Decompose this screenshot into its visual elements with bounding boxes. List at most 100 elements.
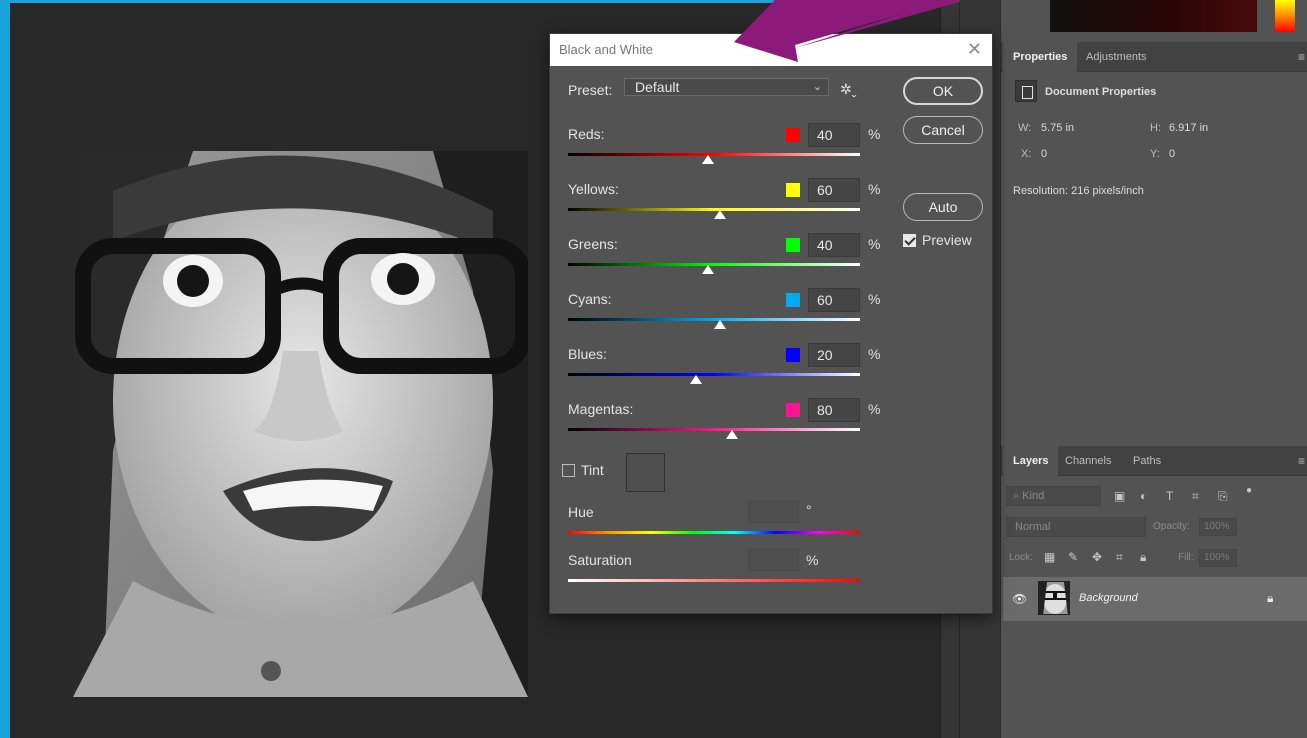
layers-panel-menu-icon[interactable]: ≡ — [1298, 454, 1305, 468]
opacity-label: Opacity: — [1153, 521, 1190, 532]
y-label: Y: — [1150, 148, 1160, 160]
section-title: Document Properties — [1045, 86, 1157, 98]
lock-artboard-icon[interactable]: ⌗ — [1116, 550, 1123, 565]
channel-value-input[interactable]: 60 — [808, 178, 860, 202]
type-filter-icon[interactable]: T — [1166, 489, 1173, 503]
hue-input[interactable] — [748, 500, 799, 523]
preview-label: Preview — [922, 232, 972, 248]
close-icon[interactable]: ✕ — [967, 39, 982, 59]
channel-label: Blues: — [568, 346, 607, 362]
channel-value-input[interactable]: 60 — [808, 288, 860, 312]
channel-color-swatch — [786, 348, 800, 362]
channel-unit: % — [868, 346, 881, 362]
preset-label: Preset: — [568, 82, 613, 98]
channel-slider-thumb[interactable] — [725, 430, 738, 439]
channel-unit: % — [868, 181, 881, 197]
right-panel — [1000, 0, 1307, 738]
saturation-unit: % — [806, 552, 819, 568]
channel-label: Reds: — [568, 126, 605, 142]
blend-mode-select[interactable]: Normal — [1006, 517, 1146, 537]
tab-paths[interactable]: Paths — [1123, 446, 1171, 476]
hue-unit: ° — [806, 502, 812, 518]
pointer-arrow-icon — [734, 0, 960, 62]
ok-button[interactable]: OK — [903, 77, 983, 105]
black-and-white-dialog: Black and White ✕ Preset: Default ⌄ ✲ˬ O… — [549, 33, 993, 614]
channel-color-swatch — [786, 128, 800, 142]
channel-label: Greens: — [568, 236, 618, 252]
channel-value-input[interactable]: 20 — [808, 343, 860, 367]
channel-slider-thumb[interactable] — [702, 265, 715, 274]
visibility-eye-icon[interactable]: 👁︎ — [1012, 592, 1027, 606]
channel-value-input[interactable]: 80 — [808, 398, 860, 422]
channel-unit: % — [868, 126, 881, 142]
channel-slider-thumb[interactable] — [713, 320, 726, 329]
channel-label: Magentas: — [568, 401, 634, 417]
hue-slider-strip[interactable] — [1275, 0, 1295, 32]
channel-label: Cyans: — [568, 291, 612, 307]
channel-slider-track[interactable] — [568, 428, 860, 431]
search-icon: ⌕ — [1013, 490, 1023, 502]
tab-layers[interactable]: Layers — [1003, 446, 1059, 476]
channel-slider-thumb[interactable] — [713, 210, 726, 219]
height-label: H: — [1150, 122, 1161, 134]
opacity-field[interactable]: 100% — [1199, 518, 1237, 536]
lock-brush-icon[interactable]: ✎ — [1068, 550, 1078, 564]
channel-slider-thumb[interactable] — [690, 375, 703, 384]
saturation-input[interactable] — [748, 548, 799, 571]
panel-menu-icon[interactable]: ≡ — [1298, 50, 1305, 64]
hue-slider-track[interactable] — [568, 531, 860, 534]
tab-adjustments[interactable]: Adjustments — [1076, 42, 1157, 72]
chevron-down-icon: ⌄ — [812, 81, 822, 93]
tint-label: Tint — [581, 462, 604, 478]
tab-channels[interactable]: Channels — [1055, 446, 1121, 476]
channel-slider-thumb[interactable] — [702, 155, 715, 164]
gear-icon[interactable]: ✲ˬ — [840, 81, 856, 98]
auto-button[interactable]: Auto — [903, 193, 983, 221]
hue-label: Hue — [568, 504, 594, 520]
adjustment-filter-icon[interactable]: ◐ — [1140, 489, 1147, 503]
channel-unit: % — [868, 236, 881, 252]
resolution-text: Resolution: 216 pixels/inch — [1013, 185, 1144, 197]
shape-filter-icon[interactable]: ⌗ — [1192, 489, 1199, 504]
channel-slider-track[interactable] — [568, 373, 860, 376]
fill-label: Fill: — [1178, 552, 1194, 563]
layer-name[interactable]: Background — [1079, 592, 1138, 604]
tab-properties[interactable]: Properties — [1003, 42, 1078, 72]
channel-color-swatch — [786, 183, 800, 197]
channel-color-swatch — [786, 403, 800, 417]
height-value[interactable]: 6.917 in — [1169, 122, 1208, 134]
channel-value-input[interactable]: 40 — [808, 233, 860, 257]
x-label: X: — [1021, 148, 1032, 160]
x-value[interactable]: 0 — [1041, 148, 1047, 160]
smart-object-filter-icon[interactable]: ⎘ — [1218, 489, 1228, 504]
lock-transparent-icon[interactable]: ▦ — [1044, 550, 1055, 564]
width-value[interactable]: 5.75 in — [1041, 122, 1074, 134]
filter-toggle-icon[interactable]: ● — [1246, 485, 1252, 496]
y-value[interactable]: 0 — [1169, 148, 1175, 160]
saturation-slider-track[interactable] — [568, 579, 860, 582]
cancel-button[interactable]: Cancel — [903, 116, 983, 144]
photo-image — [73, 151, 528, 697]
preview-checkbox[interactable] — [903, 234, 916, 247]
layer-lock-icon: 🔒︎ — [1267, 591, 1274, 605]
color-picker-field[interactable] — [1050, 0, 1257, 32]
channel-unit: % — [868, 401, 881, 417]
channel-color-swatch — [786, 293, 800, 307]
channel-unit: % — [868, 291, 881, 307]
saturation-label: Saturation — [568, 552, 632, 568]
lock-label: Lock: — [1009, 552, 1033, 563]
image-filter-icon[interactable]: ▣ — [1114, 489, 1125, 503]
document-icon — [1015, 80, 1037, 102]
width-label: W: — [1018, 122, 1032, 134]
preset-dropdown[interactable]: Default ⌄ — [624, 78, 829, 96]
channel-value-input[interactable]: 40 — [808, 123, 860, 147]
tint-color-swatch[interactable] — [626, 453, 665, 492]
channel-color-swatch — [786, 238, 800, 252]
layer-thumbnail — [1038, 581, 1070, 615]
kind-filter-select[interactable]: ⌕ Kind — [1006, 486, 1101, 506]
fill-field[interactable]: 100% — [1199, 549, 1237, 567]
channel-label: Yellows: — [568, 181, 619, 197]
lock-position-icon[interactable]: ✥ — [1092, 550, 1102, 564]
lock-all-icon[interactable]: 🔒︎ — [1140, 550, 1146, 565]
tint-checkbox[interactable] — [562, 464, 575, 477]
